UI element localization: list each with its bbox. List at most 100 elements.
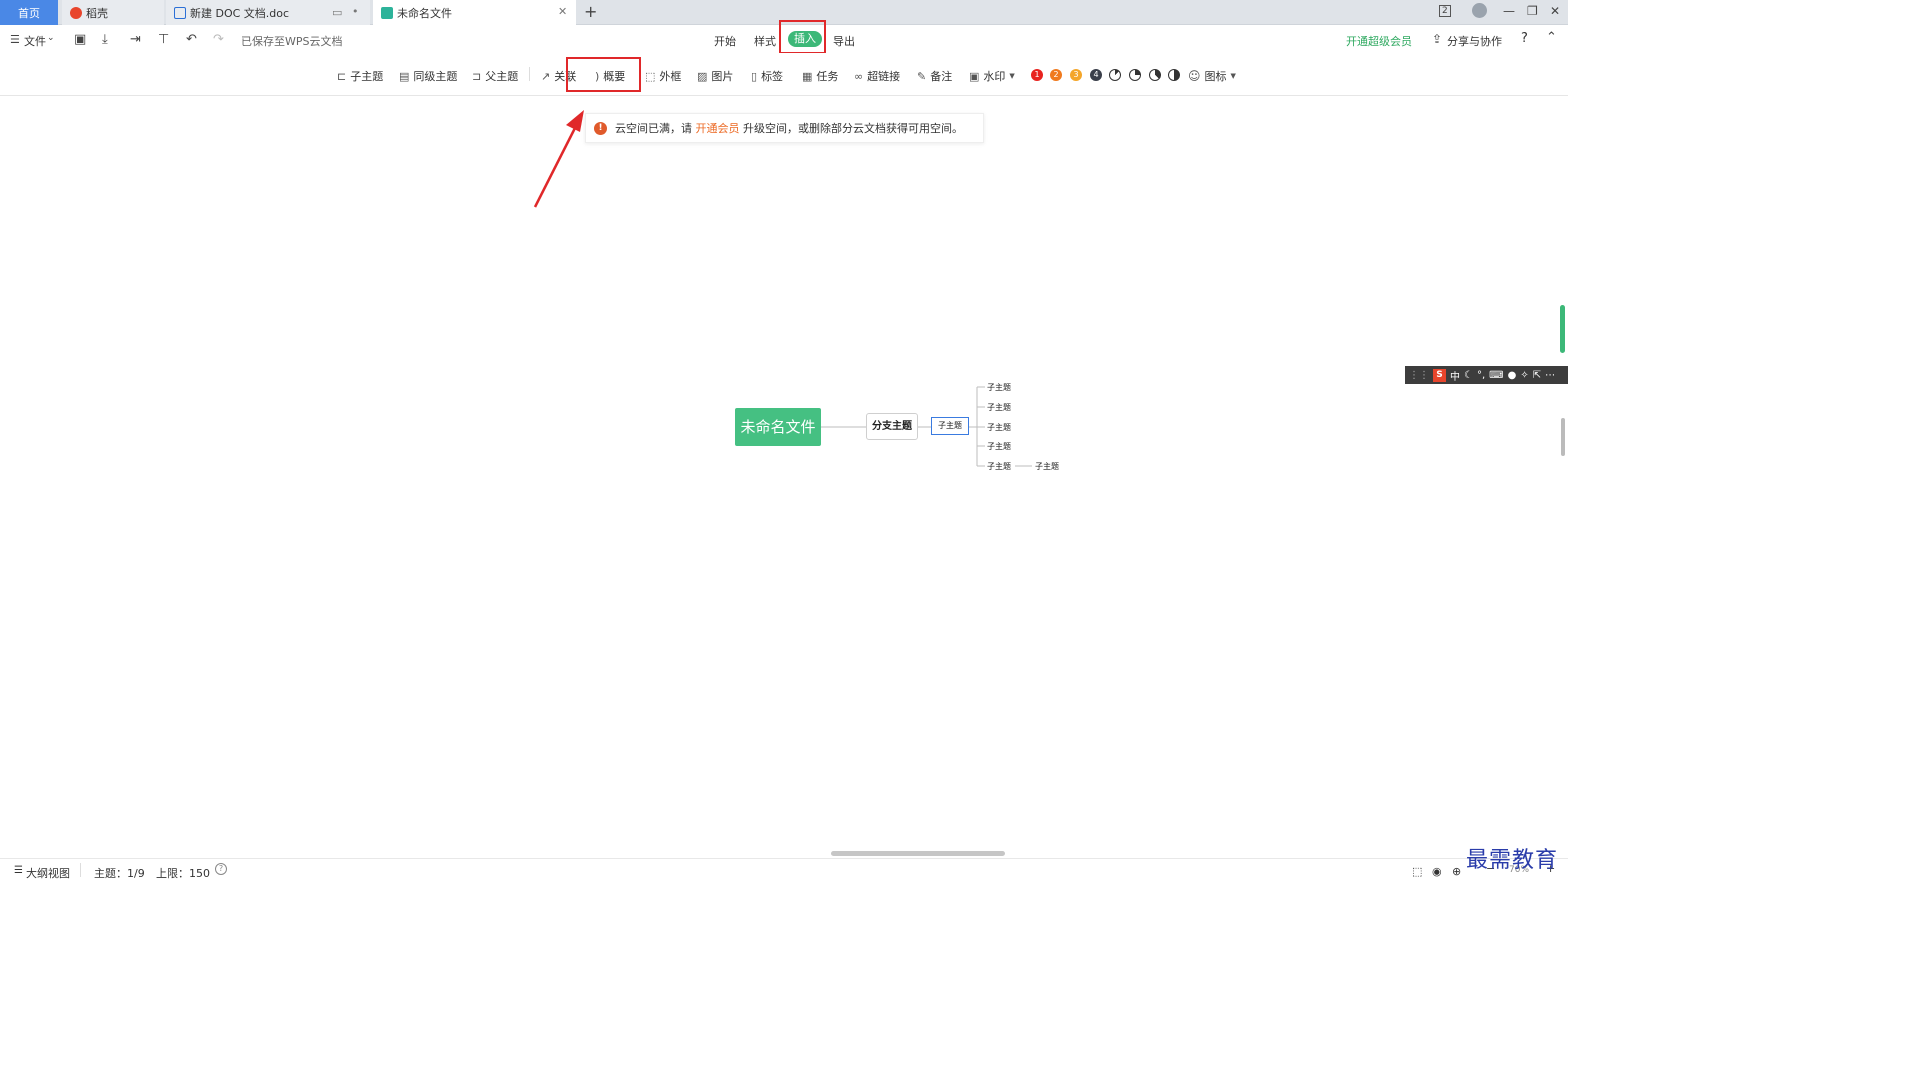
parent-topic-button[interactable]: ⊐ 父主题 (472, 68, 518, 84)
child-topic-label: 子主题 (350, 70, 384, 83)
note-icon: ✎ (917, 69, 927, 83)
file-menu[interactable]: 文件 (24, 33, 46, 49)
tab-doc-label: 新建 DOC 文档.doc (190, 6, 290, 20)
image-button[interactable]: ▨ 图片 (697, 68, 733, 84)
hyperlink-button[interactable]: ∞ 超链接 (854, 68, 900, 84)
wrench-icon[interactable]: ✧ (1520, 370, 1528, 381)
icons-button[interactable]: ☺ 图标 ▼ (1188, 68, 1240, 84)
help-icon[interactable]: ? (1521, 31, 1528, 46)
daoke-icon (70, 6, 82, 19)
insert-toolbar: ⊏ 子主题 ▤ 同级主题 ⊐ 父主题 ↗ 关联 ) 概要 ⬚ 外框 ▨ 图片 ▯ 标签 ▦ 任务 … (0, 53, 1568, 96)
punctuation-icon[interactable]: °, (1477, 370, 1485, 381)
more-icon[interactable]: ⋯ (1545, 370, 1555, 381)
horizontal-scrollbar-thumb[interactable] (831, 851, 1005, 856)
progress-quarter-icon[interactable] (1129, 69, 1141, 81)
close-tab-icon[interactable]: ✕ (558, 5, 567, 18)
expand-icon[interactable]: ⇱ (1533, 370, 1541, 381)
image-label: 图片 (711, 70, 734, 83)
tag-icon: ▯ (751, 69, 758, 83)
undo-icon[interactable]: ↶ (186, 32, 197, 47)
export-icon[interactable]: ⇥ (130, 32, 141, 47)
share-icon[interactable]: ⇪ (1432, 32, 1442, 46)
dot-icon[interactable]: • (352, 5, 359, 18)
priority-4-icon[interactable]: 4 (1090, 69, 1102, 81)
smiley-icon: ☺ (1188, 69, 1201, 83)
cloud-full-notice: ! 云空间已满，请 开通会员 升级空间，或删除部分云文档获得可用空间。 (585, 113, 984, 143)
menu-lines-icon[interactable]: ☰ (10, 33, 20, 46)
save-icon[interactable]: ▣ (74, 32, 86, 47)
chevron-down-icon[interactable]: ⌄ (47, 33, 55, 43)
collapse-ribbon-icon[interactable]: ⌃ (1546, 30, 1557, 45)
save-status: 已保存至WPS云文档 (241, 35, 343, 48)
watermark-button[interactable]: ▣ 水印 ▼ (969, 68, 1019, 84)
mindmap-branch-node[interactable]: 分支主题 (866, 413, 918, 440)
progress-eighth-icon[interactable] (1109, 69, 1121, 81)
link-icon: ∞ (854, 69, 864, 83)
priority-2-icon[interactable]: 2 (1050, 69, 1062, 81)
mindmap-child-node[interactable]: 子主题 (987, 441, 1011, 452)
sibling-topic-button[interactable]: ▤ 同级主题 (399, 68, 457, 84)
mindmap-selected-child-node[interactable]: 子主题 (931, 417, 969, 435)
tab-doc[interactable]: 新建 DOC 文档.doc ▭ • (166, 0, 370, 25)
share-button[interactable]: 分享与协作 (1447, 33, 1502, 49)
progress-half-icon[interactable] (1168, 69, 1180, 81)
monitor-icon[interactable]: ▭ (332, 6, 342, 19)
child-topic-button[interactable]: ⊏ 子主题 (337, 68, 383, 84)
border-icon: ⬚ (645, 69, 656, 83)
keyboard-icon[interactable]: ⌨ (1489, 370, 1503, 381)
status-divider (80, 863, 81, 877)
format-painter-icon[interactable]: ⊤ (158, 32, 169, 47)
sibling-topic-icon: ▤ (399, 69, 410, 83)
tab-daoke[interactable]: 稻壳 (62, 0, 164, 25)
tab-mindmap[interactable]: 未命名文件 ✕ (373, 0, 576, 25)
user-icon[interactable]: ● (1508, 370, 1517, 381)
select-cursor-icon[interactable]: ⬚ (1412, 865, 1422, 878)
priority-1-icon[interactable]: 1 (1031, 69, 1043, 81)
mindmap-child-node[interactable]: 子主题 (987, 461, 1011, 472)
note-button[interactable]: ✎ 备注 (917, 68, 952, 84)
window-count-badge[interactable]: 2 (1439, 5, 1451, 17)
vertical-scrollbar-thumb[interactable] (1561, 418, 1565, 456)
status-bar: ☰ 大纲视图 主题：1/9 上限：150 ? ⬚ ◉ ⊕ − 70% + (0, 858, 1568, 882)
outline-view-button[interactable]: 大纲视图 (26, 865, 70, 881)
moon-icon[interactable]: ☾ (1464, 370, 1473, 381)
notice-text-before: 云空间已满，请 (615, 122, 696, 135)
redo-icon[interactable]: ↷ (213, 32, 224, 47)
tag-button[interactable]: ▯ 标签 (751, 68, 783, 84)
mindmap-child-node[interactable]: 子主题 (987, 402, 1011, 413)
restore-icon[interactable]: ❐ (1527, 4, 1538, 18)
ime-toolbar[interactable]: ⋮⋮ S 中 ☾ °, ⌨ ● ✧ ⇱ ⋯ (1405, 366, 1568, 384)
mindmap-grandchild-node[interactable]: 子主题 (1035, 461, 1059, 472)
vertical-scroll-indicator[interactable] (1560, 305, 1565, 353)
border-button[interactable]: ⬚ 外框 (645, 68, 681, 84)
task-button[interactable]: ▦ 任务 (802, 68, 838, 84)
tab-home-label: 首页 (18, 6, 40, 20)
progress-three-eighths-icon[interactable] (1149, 69, 1161, 81)
mindmap-child-node[interactable]: 子主题 (987, 382, 1011, 393)
help-circle-icon[interactable]: ? (215, 863, 227, 875)
mindmap-child-node[interactable]: 子主题 (987, 422, 1011, 433)
tab-start[interactable]: 开始 (714, 33, 736, 49)
sogou-logo-icon: S (1433, 368, 1446, 382)
download-icon[interactable]: ⤓ (102, 32, 108, 47)
minimize-icon[interactable]: — (1503, 4, 1515, 18)
outline-icon[interactable]: ☰ (14, 865, 23, 876)
priority-3-icon[interactable]: 3 (1070, 69, 1082, 81)
vip-upgrade-link[interactable]: 开通超级会员 (1346, 33, 1412, 49)
eye-icon[interactable]: ◉ (1432, 865, 1442, 878)
notice-vip-link[interactable]: 开通会员 (696, 122, 740, 135)
tab-home[interactable]: 首页 (0, 0, 58, 25)
avatar[interactable] (1472, 3, 1487, 18)
topic-count: 主题：1/9 (94, 867, 145, 880)
word-doc-icon (174, 6, 186, 19)
grip-icon: ⋮⋮ (1409, 369, 1429, 381)
task-label: 任务 (816, 70, 839, 83)
tab-export[interactable]: 导出 (833, 33, 855, 49)
ime-language[interactable]: 中 (1450, 368, 1460, 383)
tab-style[interactable]: 样式 (754, 33, 776, 49)
new-tab-button[interactable]: + (584, 2, 597, 21)
dropdown-caret-icon: ▼ (1009, 72, 1015, 80)
mindmap-root-node[interactable]: 未命名文件 (735, 408, 821, 446)
locate-icon[interactable]: ⊕ (1452, 865, 1461, 878)
close-window-icon[interactable]: ✕ (1550, 4, 1560, 18)
